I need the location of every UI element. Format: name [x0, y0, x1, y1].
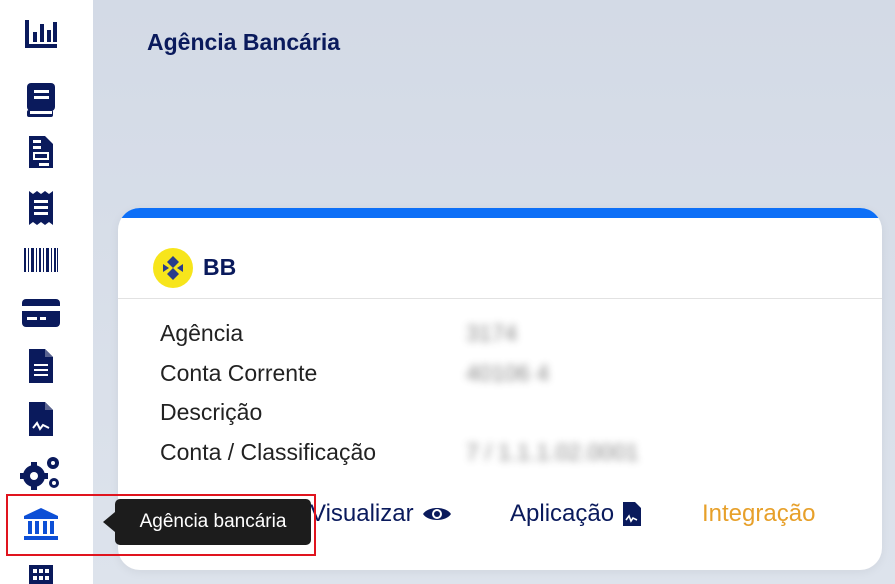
barcode-icon[interactable]	[18, 238, 64, 282]
view-button[interactable]: Visualizar	[310, 500, 452, 528]
building-icon[interactable]	[18, 556, 64, 584]
field-value-conta-classificacao: 7 / 1.1.1.02.0001	[466, 439, 639, 465]
tooltip: Agência bancária	[115, 499, 311, 545]
application-label: Aplicação	[510, 500, 615, 527]
bank-logo-icon	[153, 248, 193, 288]
application-button[interactable]: Aplicação	[510, 500, 642, 528]
field-label-agencia: Agência	[160, 320, 244, 346]
book-icon[interactable]	[18, 78, 64, 122]
field-label-descricao: Descrição	[160, 399, 263, 425]
eye-icon	[422, 508, 451, 520]
card-header: BB	[118, 218, 882, 299]
signature-document-icon	[623, 502, 642, 526]
card-accent-bar	[118, 208, 882, 218]
page-title: Agência Bancária	[147, 29, 341, 55]
credit-card-icon[interactable]	[18, 291, 64, 335]
tooltip-arrow	[103, 512, 115, 532]
chart-icon[interactable]	[18, 12, 64, 56]
field-value-agencia: 3174	[466, 320, 518, 346]
integration-button[interactable]: Integração	[702, 500, 815, 528]
signature-document-icon[interactable]	[18, 397, 64, 441]
gears-icon[interactable]	[18, 450, 64, 494]
field-label-conta-classificacao: Conta / Classificação	[160, 439, 377, 465]
field-label-conta-corrente: Conta Corrente	[160, 360, 318, 386]
invoice-icon[interactable]	[18, 130, 64, 174]
integration-label: Integração	[702, 500, 816, 527]
field-value-conta-corrente: 40106 4	[466, 360, 550, 386]
receipt-icon[interactable]	[18, 186, 64, 230]
bank-name: BB	[203, 254, 237, 280]
view-label: Visualizar	[310, 500, 414, 527]
document-icon[interactable]	[18, 344, 64, 388]
